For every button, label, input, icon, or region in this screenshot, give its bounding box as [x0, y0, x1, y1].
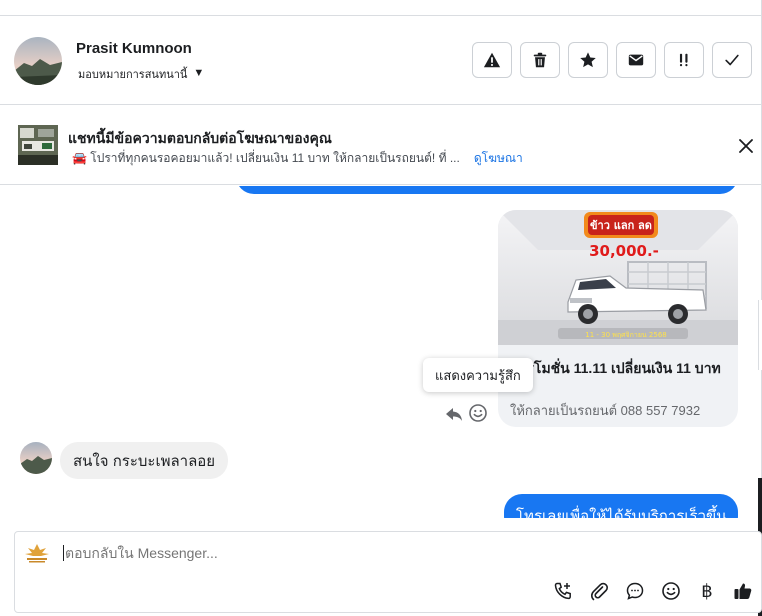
message-thread[interactable]: ข้าว แลก ลด 30,000.- 11 - 30 พฤศจิกายน 2… [0, 186, 762, 518]
star-button[interactable] [568, 42, 608, 78]
trash-icon [533, 52, 547, 68]
message-composer: ฿ [14, 531, 762, 613]
thumbs-up-icon [734, 583, 752, 599]
spam-button[interactable] [472, 42, 512, 78]
image-date-text: 11 - 30 พฤศจิกายน 2568 [585, 331, 667, 339]
top-divider [0, 0, 762, 16]
sender-avatar[interactable] [20, 442, 52, 474]
delete-button[interactable] [520, 42, 560, 78]
chat-bubble-icon [626, 582, 644, 600]
baht-icon: ฿ [701, 580, 713, 602]
image-badge-text: ข้าว แลก ลด [590, 219, 652, 232]
star-icon [580, 52, 596, 68]
done-button[interactable] [712, 42, 752, 78]
header-actions [472, 42, 752, 78]
ad-snippet: 🚘 โปราที่ทุกคนรอคอยมาแล้ว! เปลี่ยนเงิน 1… [72, 151, 460, 165]
assign-label: มอบหมายการสนทนานี้ [78, 69, 188, 81]
page-logo [23, 542, 51, 564]
view-ad-link[interactable]: ดูโฆษณา [474, 149, 523, 168]
side-panel-edge [758, 300, 762, 370]
close-banner-button[interactable] [736, 136, 756, 156]
ad-card-title: โปรโมชั่น 11.11 เปลี่ยนเงิน 11 บาท [510, 360, 721, 376]
reply-icon[interactable] [444, 404, 464, 424]
assign-conversation-dropdown[interactable]: มอบหมายการสนทนานี้ ▼ [78, 65, 204, 83]
payment-button[interactable]: ฿ [689, 576, 725, 606]
attach-button[interactable] [581, 576, 617, 606]
envelope-icon [628, 54, 644, 66]
paperclip-icon [590, 582, 608, 601]
image-price-text: 30,000.- [589, 242, 659, 260]
ad-thumbnail[interactable] [18, 125, 58, 165]
composer-tools: ฿ [545, 576, 761, 606]
ad-card-image: ข้าว แลก ลด 30,000.- 11 - 30 พฤศจิกายน 2… [498, 210, 738, 345]
like-button[interactable] [725, 576, 761, 606]
conversation-header: Prasit Kumnoon มอบหมายการสนทนานี้ ▼ [0, 17, 762, 105]
emoji-button[interactable] [653, 576, 689, 606]
outgoing-message-bubble [236, 186, 738, 194]
saved-replies-button[interactable] [617, 576, 653, 606]
ad-reply-banner: แชทนี้มีข้อความตอบกลับต่อโฆษณาของคุณ 🚘 โ… [0, 106, 762, 185]
contact-avatar[interactable] [14, 37, 62, 85]
ad-snippet-row: 🚘 โปราที่ทุกคนรอคอยมาแล้ว! เปลี่ยนเงิน 1… [72, 149, 523, 168]
mark-unread-button[interactable] [616, 42, 656, 78]
follow-up-button[interactable] [664, 42, 704, 78]
ad-message-card[interactable]: ข้าว แลก ลด 30,000.- 11 - 30 พฤศจิกายน 2… [498, 210, 738, 427]
check-icon [725, 54, 739, 66]
react-tooltip: แสดงความรู้สึก [423, 358, 533, 392]
outgoing-message-bubble[interactable]: โทรเลยเพื่อให้ได้รับบริการเร็วขึ้น [504, 494, 738, 518]
contact-name[interactable]: Prasit Kumnoon [76, 40, 192, 57]
incoming-message-bubble[interactable]: สนใจ กระบะเพลาลอย [60, 442, 229, 479]
close-icon [739, 139, 753, 153]
call-button[interactable] [545, 576, 581, 606]
ad-banner-title: แชทนี้มีข้อความตอบกลับต่อโฆษณาของคุณ [68, 130, 332, 146]
ad-card-subtitle: ให้กลายเป็นรถยนต์ 088 557 7932 [510, 403, 701, 418]
react-smiley-icon[interactable] [468, 403, 488, 423]
follow-up-icon [679, 53, 688, 67]
smiley-icon [662, 582, 680, 600]
warning-icon [483, 52, 501, 68]
phone-plus-icon [554, 582, 571, 600]
caret-down-icon: ▼ [193, 67, 205, 79]
reply-input[interactable] [63, 545, 623, 561]
